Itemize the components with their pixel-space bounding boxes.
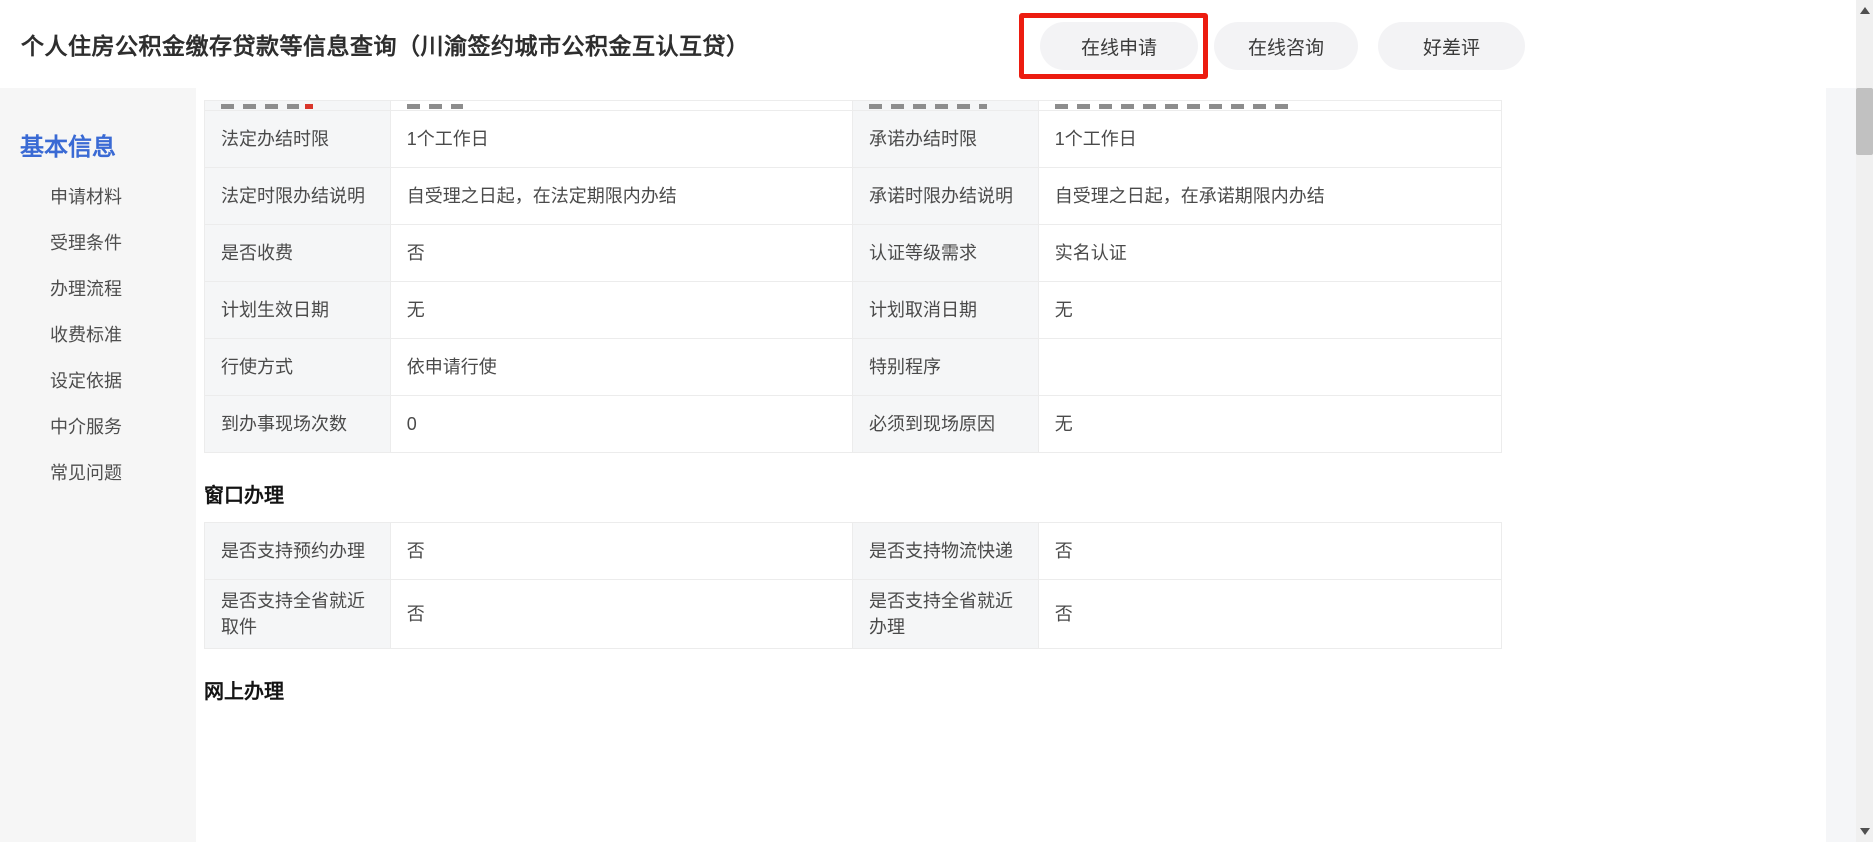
table-row: 法定时限办结说明 自受理之日起，在法定期限内办结 承诺时限办结说明 自受理之日起… — [205, 168, 1501, 225]
section-title-online-service: 网上办理 — [204, 675, 1826, 704]
sidebar-item-acceptance-conditions[interactable]: 受理条件 — [50, 233, 196, 254]
partial-value-cell — [391, 101, 853, 110]
partial-label-cell — [853, 101, 1039, 110]
field-label: 是否支持预约办理 — [205, 523, 391, 579]
field-label: 法定时限办结说明 — [205, 168, 391, 224]
field-label: 承诺时限办结说明 — [853, 168, 1039, 224]
page-title: 个人住房公积金缴存贷款等信息查询（川渝签约城市公积金互认互贷） — [21, 0, 750, 88]
field-label: 认证等级需求 — [853, 225, 1039, 281]
field-label: 行使方式 — [205, 339, 391, 395]
field-label: 是否收费 — [205, 225, 391, 281]
table-row: 计划生效日期 无 计划取消日期 无 — [205, 282, 1501, 339]
field-label: 到办事现场次数 — [205, 396, 391, 452]
field-value: 否 — [391, 580, 853, 648]
rating-button[interactable]: 好差评 — [1378, 22, 1525, 70]
table-row: 是否支持全省就近取件 否 是否支持全省就近办理 否 — [205, 580, 1501, 649]
table-row: 法定办结时限 1个工作日 承诺办结时限 1个工作日 — [205, 111, 1501, 168]
sidebar-item-application-materials[interactable]: 申请材料 — [50, 187, 196, 208]
field-value: 0 — [391, 396, 853, 452]
section-title-window-service: 窗口办理 — [204, 479, 1826, 508]
field-value: 1个工作日 — [1039, 111, 1501, 167]
field-value: 1个工作日 — [391, 111, 853, 167]
scroll-down-icon[interactable] — [1856, 823, 1873, 840]
header-bar: 个人住房公积金缴存贷款等信息查询（川渝签约城市公积金互认互贷） 在线申请 在线咨… — [0, 0, 1856, 88]
page: 个人住房公积金缴存贷款等信息查询（川渝签约城市公积金互认互贷） 在线申请 在线咨… — [0, 0, 1873, 842]
basic-info-table: 法定办结时限 1个工作日 承诺办结时限 1个工作日 法定时限办结说明 自受理之日… — [204, 100, 1502, 453]
field-value — [1039, 339, 1501, 395]
field-label: 计划生效日期 — [205, 282, 391, 338]
field-value: 自受理之日起，在法定期限内办结 — [391, 168, 853, 224]
table-row: 行使方式 依申请行使 特别程序 — [205, 339, 1501, 396]
field-value: 无 — [1039, 396, 1501, 452]
scrollbar-thumb[interactable] — [1856, 88, 1873, 155]
field-label: 计划取消日期 — [853, 282, 1039, 338]
content-right-gutter — [1826, 88, 1856, 842]
field-value: 依申请行使 — [391, 339, 853, 395]
table-row: 到办事现场次数 0 必须到现场原因 无 — [205, 396, 1501, 453]
partial-row — [205, 101, 1501, 111]
sidebar-item-legal-basis[interactable]: 设定依据 — [50, 371, 196, 392]
sidebar-item-faq[interactable]: 常见问题 — [50, 463, 196, 484]
field-label: 必须到现场原因 — [853, 396, 1039, 452]
scroll-up-icon[interactable] — [1856, 2, 1873, 19]
online-consult-button[interactable]: 在线咨询 — [1214, 22, 1358, 70]
sidebar-nav: 基本信息 申请材料 受理条件 办理流程 收费标准 设定依据 中介服务 常见问题 — [0, 88, 196, 842]
field-value: 无 — [1039, 282, 1501, 338]
sidebar-item-process[interactable]: 办理流程 — [50, 279, 196, 300]
sidebar-item-intermediary-service[interactable]: 中介服务 — [50, 417, 196, 438]
field-value: 否 — [1039, 580, 1501, 648]
table-row: 是否收费 否 认证等级需求 实名认证 — [205, 225, 1501, 282]
main-content: 法定办结时限 1个工作日 承诺办结时限 1个工作日 法定时限办结说明 自受理之日… — [196, 88, 1826, 842]
vertical-scrollbar[interactable] — [1856, 0, 1873, 842]
field-label: 法定办结时限 — [205, 111, 391, 167]
window-service-table: 是否支持预约办理 否 是否支持物流快递 否 是否支持全省就近取件 否 是否支持全… — [204, 522, 1502, 649]
field-value: 否 — [391, 225, 853, 281]
field-label: 特别程序 — [853, 339, 1039, 395]
sidebar-item-fee-standard[interactable]: 收费标准 — [50, 325, 196, 346]
online-apply-button[interactable]: 在线申请 — [1040, 22, 1198, 70]
field-value: 实名认证 — [1039, 225, 1501, 281]
field-value: 否 — [391, 523, 853, 579]
field-value: 自受理之日起，在承诺期限内办结 — [1039, 168, 1501, 224]
field-value: 无 — [391, 282, 853, 338]
table-row: 是否支持预约办理 否 是否支持物流快递 否 — [205, 523, 1501, 580]
field-value: 否 — [1039, 523, 1501, 579]
partial-value-cell — [1039, 101, 1501, 110]
partial-label-cell — [205, 101, 391, 110]
field-label: 是否支持全省就近办理 — [853, 580, 1039, 648]
field-label: 是否支持物流快递 — [853, 523, 1039, 579]
sidebar-item-basic-info[interactable]: 基本信息 — [20, 134, 196, 162]
field-label: 是否支持全省就近取件 — [205, 580, 391, 648]
field-label: 承诺办结时限 — [853, 111, 1039, 167]
